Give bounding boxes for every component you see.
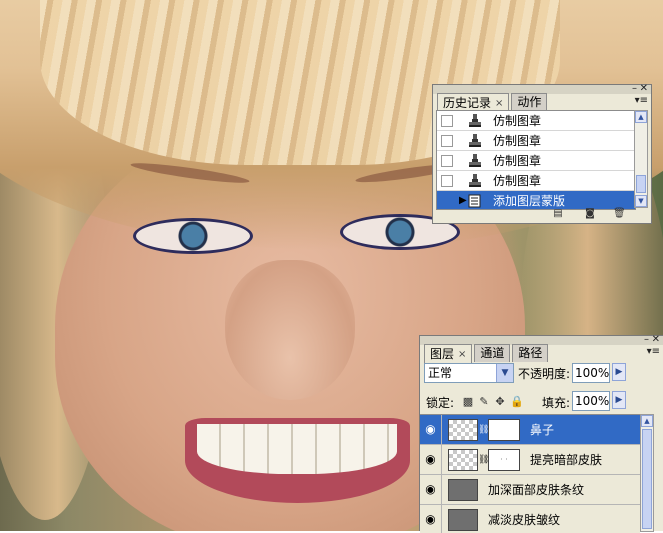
lock-label: 锁定: [426,396,455,410]
opacity-input[interactable]: 100% [572,363,610,383]
history-item-label: 仿制图章 [493,134,542,148]
clone-stamp-icon [469,113,481,127]
clone-stamp-icon [469,153,481,167]
history-item[interactable]: 仿制图章 [437,131,635,151]
tab-paths[interactable]: 路径 [512,344,549,362]
layer-thumbnail[interactable] [448,418,478,441]
trash-icon[interactable]: 🗑 [613,209,626,219]
new-document-from-state-icon[interactable]: ▤ [552,209,564,219]
tab-channels[interactable]: 通道 [474,344,511,362]
snapshot-source-checkbox[interactable] [441,174,453,187]
fill-arrow-icon[interactable]: ▶ [612,391,626,409]
snapshot-source-checkbox[interactable] [441,194,453,207]
scroll-down-icon[interactable]: ▼ [635,195,647,207]
layer-mask-thumbnail[interactable] [488,418,520,441]
eye-visibility-icon[interactable]: ◉ [420,415,442,444]
tab-layers[interactable]: 图层 × [424,344,473,363]
teeth [197,424,397,474]
layer-row[interactable]: ◉ 减淡皮肤皱纹 [420,505,640,533]
layer-row[interactable]: ◉ ⛓ · · 提亮暗部皮肤 [420,445,640,475]
layer-thumbnail[interactable] [448,478,478,501]
snapshot-source-checkbox[interactable] [441,154,453,167]
snapshot-source-checkbox[interactable] [441,114,453,127]
lock-move-icon[interactable]: ✥ [494,396,506,408]
mouth [185,418,410,503]
history-list: 仿制图章 仿制图章 仿制图章 仿制图章 ▶ 添加图层蒙版 [436,110,636,210]
close-icon[interactable]: ✕ [652,334,660,345]
layer-thumbnail[interactable] [448,508,478,531]
panel-menu-icon[interactable]: ▾≡ [647,346,660,357]
layer-name[interactable]: 提亮暗部皮肤 [530,451,602,468]
layer-name[interactable]: 减淡皮肤皱纹 [488,511,560,528]
opacity-arrow-icon[interactable]: ▶ [612,363,626,381]
lock-transparency-icon[interactable]: ▩ [462,396,474,408]
scroll-thumb[interactable] [636,175,646,193]
history-panel-tabs: 历史记录 × 动作 [437,93,549,112]
tab-close-icon[interactable]: × [458,346,466,363]
nose [225,260,355,400]
scroll-up-icon[interactable]: ▲ [635,111,647,123]
close-icon[interactable]: ✕ [640,83,648,94]
history-state-slider-icon[interactable]: ▶ [459,195,467,206]
layer-row-selected[interactable]: ◉ ⛓ 鼻子 [420,415,640,445]
minimize-icon[interactable]: – [644,334,649,345]
panel-menu-icon[interactable]: ▾≡ [635,95,648,106]
history-item[interactable]: 仿制图章 [437,151,635,171]
mask-link-icon[interactable]: ⛓ [478,425,489,435]
history-item-label: 仿制图章 [493,114,542,128]
snapshot-source-checkbox[interactable] [441,134,453,147]
layer-thumbnail[interactable] [448,448,478,471]
scroll-thumb[interactable] [642,429,652,529]
layers-list: ◉ ⛓ 鼻子 ◉ ⛓ · · 提亮暗部皮肤 ◉ 加深面部皮肤条纹 ◉ 减淡皮肤皱… [420,414,640,533]
history-item[interactable]: 仿制图章 [437,171,635,191]
eye-visibility-icon[interactable]: ◉ [420,445,442,474]
history-item-label: 仿制图章 [493,154,542,168]
minimize-icon[interactable]: – [632,83,637,94]
tab-actions[interactable]: 动作 [511,93,548,111]
history-item[interactable]: 仿制图章 [437,111,635,131]
fill-input[interactable]: 100% [572,391,610,411]
clone-stamp-icon [469,133,481,147]
chevron-down-icon[interactable]: ▼ [496,364,513,382]
left-eye [133,218,253,254]
history-panel: – ✕ 历史记录 × 动作 ▾≡ 仿制图章 仿制图章 仿制图章 仿制图章 ▶ 添… [432,83,652,224]
history-panel-footer: ▤ ◙ 🗑 [433,207,651,223]
layer-name[interactable]: 鼻子 [530,421,554,438]
fill-label: 填充: [542,396,571,410]
scroll-up-icon[interactable]: ▲ [641,415,653,427]
history-scrollbar[interactable]: ▲ ▼ [634,110,648,208]
mask-link-icon[interactable]: ⛓ [478,455,489,465]
lock-brush-icon[interactable]: ✎ [478,396,490,408]
snapshot-camera-icon[interactable]: ◙ [584,209,596,219]
blend-mode-select[interactable]: 正常 ▼ [424,363,514,383]
history-item-label: 仿制图章 [493,174,542,188]
layers-panel-tabs: 图层 × 通道 路径 [424,344,550,363]
layers-panel: – ✕ 图层 × 通道 路径 ▾≡ 正常 ▼ 不透明度: 100% ▶ 锁定: … [419,334,663,533]
layer-mask-thumbnail[interactable]: · · [488,448,520,471]
eye-visibility-icon[interactable]: ◉ [420,475,442,504]
eye-visibility-icon[interactable]: ◉ [420,505,442,533]
opacity-label: 不透明度: [518,367,571,381]
lock-all-icon[interactable]: 🔒 [510,396,524,408]
layers-scrollbar[interactable]: ▲ [640,414,654,532]
tab-close-icon[interactable]: × [495,95,503,112]
layer-row[interactable]: ◉ 加深面部皮肤条纹 [420,475,640,505]
clone-stamp-icon [469,173,481,187]
layer-name[interactable]: 加深面部皮肤条纹 [488,481,584,498]
